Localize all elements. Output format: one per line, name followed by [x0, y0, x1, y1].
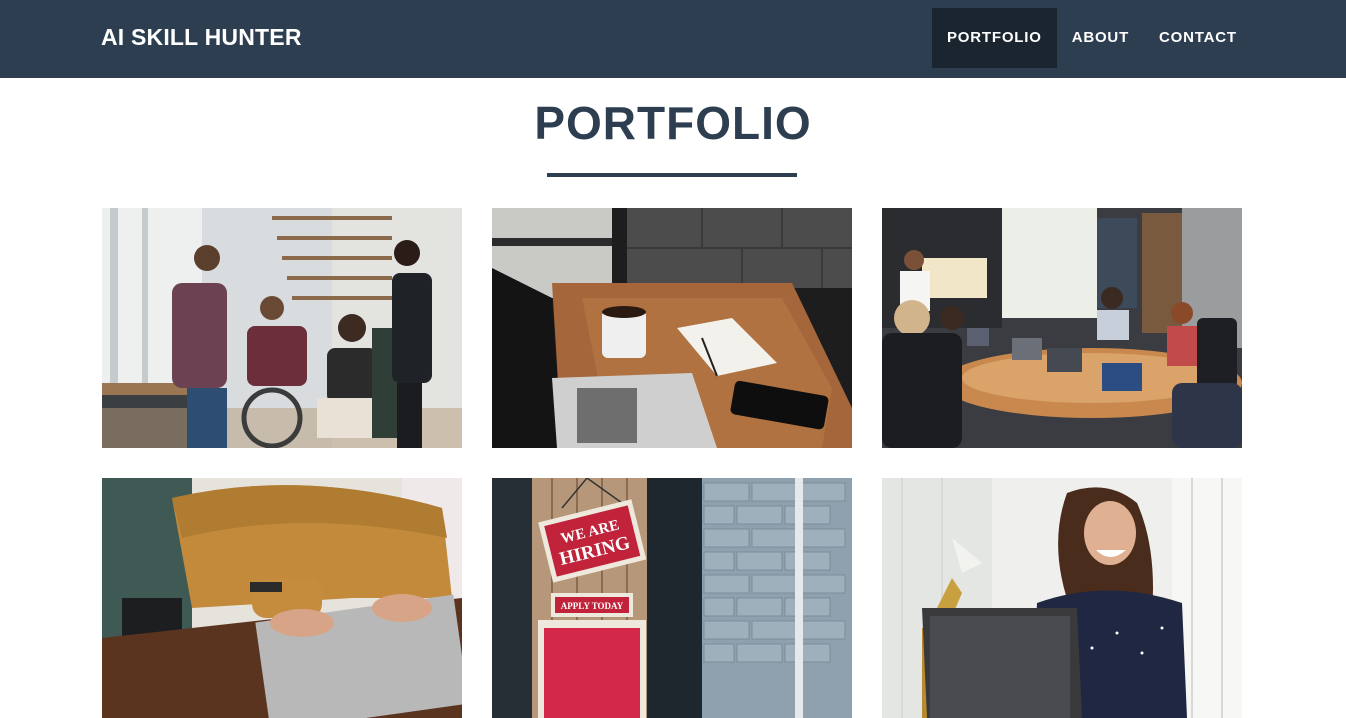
portfolio-item-conference[interactable]: [882, 208, 1242, 448]
nav-item-portfolio[interactable]: PORTFOLIO: [932, 8, 1057, 68]
portfolio-item-office-team[interactable]: [102, 208, 462, 448]
smiling-woman-laptop-photo: [882, 478, 1242, 718]
conference-room-presentation-photo: [882, 208, 1242, 448]
office-team-meeting-photo: [102, 208, 462, 448]
portfolio-item-laptop-coffee[interactable]: [492, 208, 852, 448]
main-nav: PORTFOLIO ABOUT CONTACT: [932, 8, 1252, 68]
brand-logo[interactable]: AI SKILL HUNTER: [101, 24, 302, 51]
portfolio-item-typing[interactable]: [102, 478, 462, 718]
person-typing-laptop-photo: [102, 478, 462, 718]
top-navbar: AI SKILL HUNTER PORTFOLIO ABOUT CONTACT: [0, 0, 1346, 78]
portfolio-item-smiling-woman[interactable]: [882, 478, 1242, 718]
title-divider: [547, 173, 797, 177]
apply-today-text: APPLY TODAY: [561, 601, 624, 611]
laptop-coffee-desk-photo: [492, 208, 852, 448]
portfolio-item-hiring[interactable]: WE ARE HIRING APPLY TODAY: [492, 478, 852, 718]
nav-item-contact[interactable]: CONTACT: [1144, 8, 1252, 68]
nav-item-about[interactable]: ABOUT: [1057, 8, 1144, 68]
page-title: PORTFOLIO: [534, 97, 812, 149]
we-are-hiring-sign-photo: WE ARE HIRING APPLY TODAY: [492, 478, 852, 718]
